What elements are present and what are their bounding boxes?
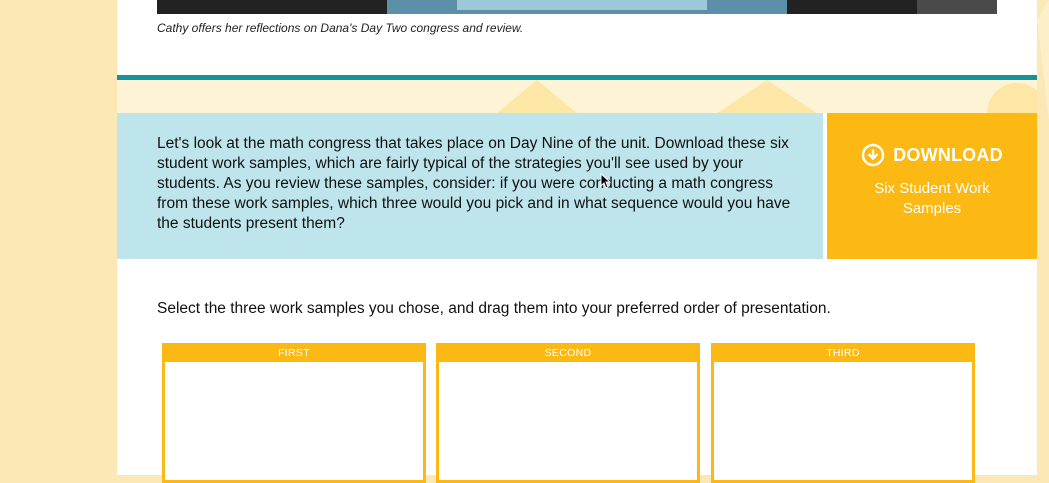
decorative-band [117, 80, 1037, 113]
mouse-cursor-icon [600, 173, 612, 189]
prompt-panel: Let's look at the math congress that tak… [117, 113, 823, 259]
video-caption: Cathy offers her reflections on Dana's D… [157, 21, 524, 35]
slot-label-third: THIRD [711, 343, 975, 362]
prompt-text: Let's look at the math congress that tak… [157, 135, 791, 232]
slot-label-first: FIRST [162, 343, 426, 362]
drop-slot-second[interactable]: SECOND [436, 343, 700, 483]
drop-slot-first[interactable]: FIRST [162, 343, 426, 483]
download-button[interactable]: DOWNLOAD Six Student Work Samples [827, 113, 1037, 259]
drop-slot-third[interactable]: THIRD [711, 343, 975, 483]
main-content: Cathy offers her reflections on Dana's D… [117, 0, 1037, 483]
download-title: DOWNLOAD [893, 144, 1003, 165]
download-subtitle: Six Student Work Samples [874, 180, 990, 217]
download-circle-icon [861, 143, 885, 167]
slot-label-second: SECOND [436, 343, 700, 362]
video-player[interactable] [157, 0, 997, 14]
drag-instructions: Select the three work samples you chose,… [157, 300, 831, 317]
